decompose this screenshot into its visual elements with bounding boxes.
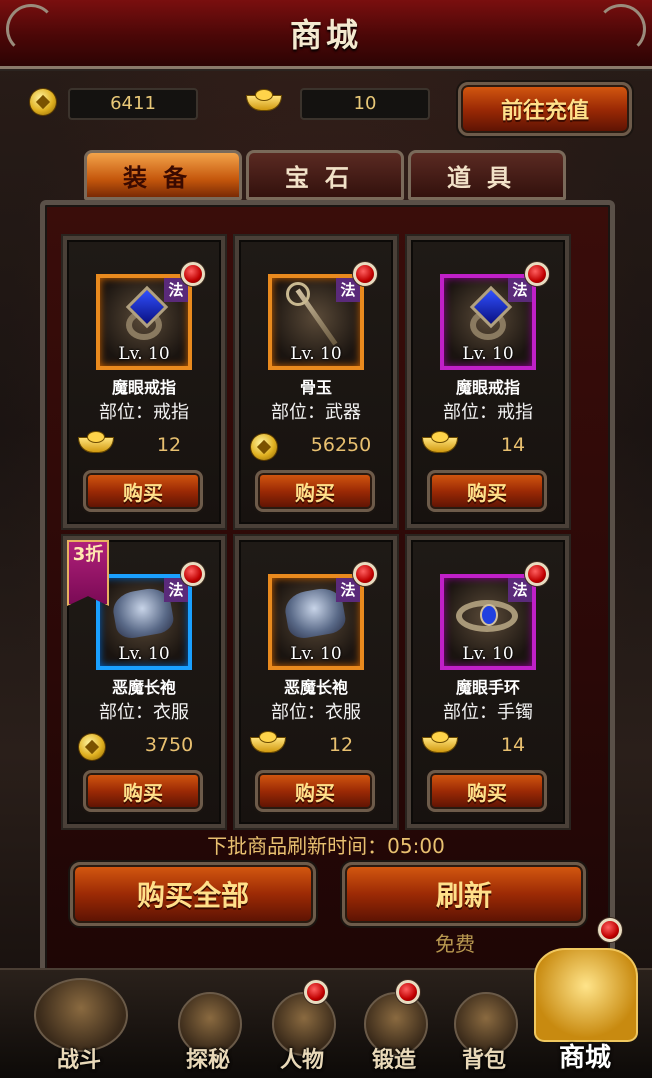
- new-item-alert-icon: [525, 262, 549, 286]
- item-slot[interactable]: 法 Lv. 10: [96, 274, 192, 370]
- item-level: Lv. 10: [290, 644, 342, 664]
- character-alert-icon: [304, 980, 328, 1004]
- bottom-nav: 战斗 探秘 人物 锻造 背包 商城: [0, 918, 652, 1078]
- title-ornament-right-icon: [596, 4, 646, 54]
- buy-button[interactable]: 购买: [255, 770, 375, 812]
- shop-item-card[interactable]: 法 Lv. 10 恶魔长袍部位：衣服 12 购买: [235, 536, 397, 828]
- item-slot-type: 部位：戒指: [443, 402, 533, 423]
- item-name: 恶魔长袍: [111, 678, 176, 697]
- item-price: 12: [156, 434, 182, 456]
- item-level: Lv. 10: [462, 344, 514, 364]
- nav-battle-label: 战斗: [56, 1047, 101, 1073]
- gold-ingot-icon: [79, 432, 113, 452]
- battle-axe-icon: [34, 978, 128, 1052]
- item-slot[interactable]: 法 Lv. 10: [440, 574, 536, 670]
- discount-badge: 3折: [67, 540, 109, 606]
- item-slot-type: 部位：衣服: [271, 702, 361, 723]
- recharge-button[interactable]: 前往充值: [458, 82, 632, 136]
- shop-item-card[interactable]: 法 Lv. 10 3折恶魔长袍部位：衣服 3750 购买: [63, 536, 225, 828]
- item-name: 骨玉: [299, 378, 332, 397]
- buy-button[interactable]: 购买: [427, 470, 547, 512]
- nav-character-label: 人物: [279, 1047, 324, 1073]
- palace-icon: [534, 948, 638, 1042]
- gold-ingot-icon: [247, 90, 281, 110]
- item-level: Lv. 10: [118, 344, 170, 364]
- refresh-cost-label: 免费: [435, 932, 475, 956]
- page-title: 商城: [289, 16, 362, 54]
- buy-button[interactable]: 购买: [427, 770, 547, 812]
- item-slot-type: 部位：武器: [271, 402, 361, 423]
- ingot-balance: 10: [300, 88, 430, 120]
- new-item-alert-icon: [525, 562, 549, 586]
- shop-item-card[interactable]: 法 Lv. 10 魔眼戒指部位：戒指 14 购买: [407, 236, 569, 528]
- item-slot-type: 部位：衣服: [99, 702, 189, 723]
- new-item-alert-icon: [353, 262, 377, 286]
- new-item-alert-icon: [181, 562, 205, 586]
- ring-icon: [122, 285, 169, 340]
- item-slot[interactable]: 法 Lv. 10: [268, 574, 364, 670]
- tab-gems[interactable]: 宝石: [246, 150, 404, 200]
- gold-coin-icon: [251, 434, 277, 460]
- nav-bag[interactable]: 背包: [444, 978, 524, 1078]
- item-slot[interactable]: 法 Lv. 10: [440, 274, 536, 370]
- item-level: Lv. 10: [462, 644, 514, 664]
- shop-item-card[interactable]: 法 Lv. 10 魔眼戒指部位：戒指 12 购买: [63, 236, 225, 528]
- item-slot-type: 部位：手镯: [443, 702, 533, 723]
- coin-balance: 6411: [68, 88, 198, 120]
- shop-alert-icon: [598, 918, 622, 942]
- refresh-timer-text: 下批商品刷新时间：05:00: [207, 834, 445, 858]
- nav-explore-label: 探秘: [185, 1047, 230, 1073]
- shop-item-card[interactable]: 法 Lv. 10 魔眼手环部位：手镯 14 购买: [407, 536, 569, 828]
- nav-character[interactable]: 人物: [262, 978, 342, 1078]
- gold-coin-icon: [30, 89, 56, 115]
- item-level: Lv. 10: [118, 644, 170, 664]
- refresh-button[interactable]: 刷新: [342, 862, 586, 926]
- item-level: Lv. 10: [290, 344, 342, 364]
- item-price: 3750: [144, 734, 194, 756]
- title-bar: 商城: [0, 0, 652, 69]
- buy-button[interactable]: 购买: [83, 470, 203, 512]
- forge-alert-icon: [396, 980, 420, 1004]
- buy-button[interactable]: 购买: [255, 470, 375, 512]
- gold-ingot-icon: [423, 432, 457, 452]
- nav-explore[interactable]: 探秘: [168, 978, 248, 1078]
- nav-bag-label: 背包: [461, 1047, 506, 1073]
- item-slot[interactable]: 法 Lv. 10: [268, 274, 364, 370]
- item-slot-type: 部位：戒指: [99, 402, 189, 423]
- tab-items[interactable]: 道具: [408, 150, 566, 200]
- item-price: 14: [500, 734, 526, 756]
- buy-button[interactable]: 购买: [83, 770, 203, 812]
- item-name: 魔眼戒指: [455, 378, 520, 397]
- new-item-alert-icon: [181, 262, 205, 286]
- item-name: 恶魔长袍: [283, 678, 348, 697]
- gold-ingot-icon: [423, 732, 457, 752]
- buy-all-button[interactable]: 购买全部: [70, 862, 316, 926]
- tab-equipment[interactable]: 装备: [84, 150, 242, 200]
- item-name: 魔眼戒指: [111, 378, 176, 397]
- nav-battle[interactable]: 战斗: [14, 978, 144, 1078]
- item-price: 14: [500, 434, 526, 456]
- nav-forge-label: 锻造: [371, 1047, 416, 1073]
- gold-ingot-icon: [251, 732, 285, 752]
- item-name: 魔眼手环: [455, 678, 520, 697]
- new-item-alert-icon: [353, 562, 377, 586]
- item-price: 12: [328, 734, 354, 756]
- item-slot[interactable]: 法 Lv. 10: [96, 574, 192, 670]
- nav-forge[interactable]: 锻造: [354, 978, 434, 1078]
- nav-shop[interactable]: 商城: [524, 918, 646, 1078]
- nav-shop-label: 商城: [558, 1043, 611, 1073]
- gold-coin-icon: [79, 734, 105, 760]
- shop-item-card[interactable]: 法 Lv. 10 骨玉部位：武器 56250 购买: [235, 236, 397, 528]
- ring-icon: [466, 285, 513, 340]
- item-price: 56250: [310, 434, 372, 456]
